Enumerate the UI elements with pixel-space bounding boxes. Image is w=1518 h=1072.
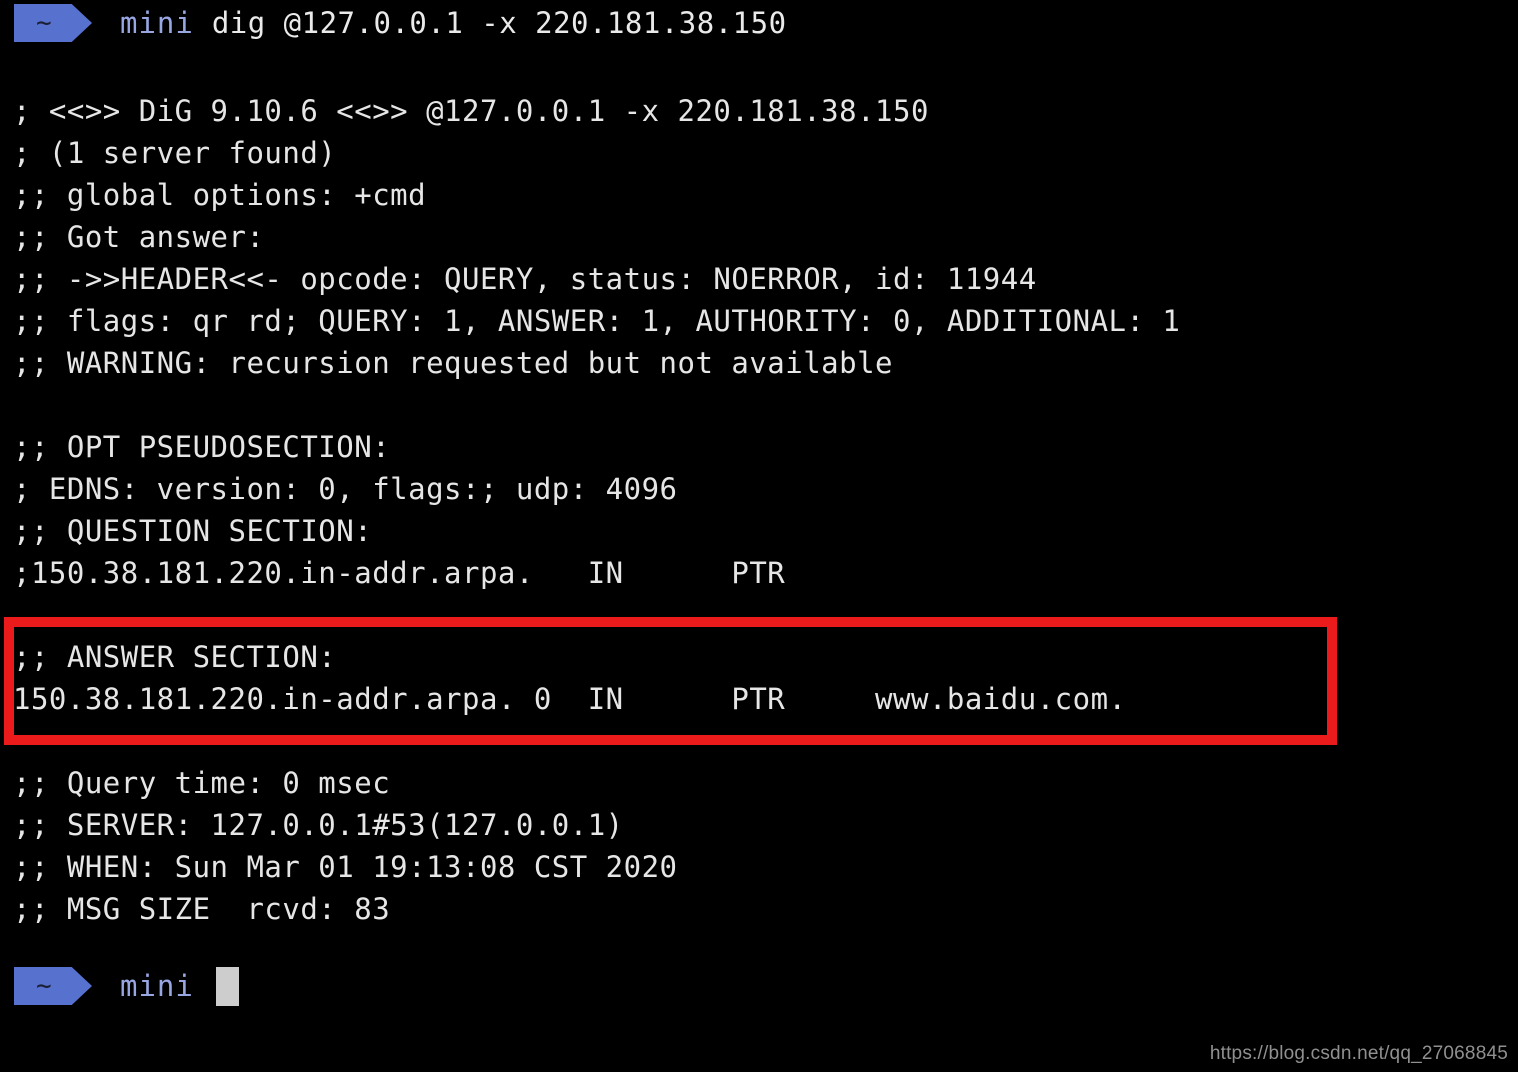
command-prompt-row: ~ mini dig @127.0.0.1 -x 220.181.38.150	[0, 0, 787, 46]
home-tilde-label: ~	[36, 8, 52, 38]
terminal-line: ;; SERVER: 127.0.0.1#53(127.0.0.1)	[13, 808, 624, 842]
prompt-chevron-icon: ~	[14, 4, 92, 42]
terminal-line: ;; OPT PSEUDOSECTION:	[13, 430, 391, 464]
terminal-line: ;; ->>HEADER<<- opcode: QUERY, status: N…	[13, 262, 1037, 296]
terminal-line: 150.38.181.220.in-addr.arpa. 0 IN PTR ww…	[13, 682, 1127, 716]
terminal-line: ; (1 server found)	[13, 136, 337, 170]
final-prompt-row[interactable]: ~ mini	[0, 963, 239, 1009]
terminal-line: ;; ANSWER SECTION:	[13, 640, 337, 674]
terminal-line: ;; Got answer:	[13, 220, 265, 254]
terminal-line: ;; Query time: 0 msec	[13, 766, 391, 800]
prompt-host-label-final: mini	[120, 969, 194, 1003]
prompt-chevron-icon-final: ~	[14, 967, 92, 1005]
terminal-window: ~ mini dig @127.0.0.1 -x 220.181.38.150 …	[0, 0, 1518, 1072]
watermark-text: https://blog.csdn.net/qq_27068845	[1209, 1043, 1508, 1064]
terminal-line: ; <<>> DiG 9.10.6 <<>> @127.0.0.1 -x 220…	[13, 94, 929, 128]
text-cursor[interactable]	[215, 966, 239, 1006]
prompt-host-label: mini	[120, 6, 194, 40]
command-input-text[interactable]: dig @127.0.0.1 -x 220.181.38.150	[212, 6, 787, 40]
terminal-line: ;; MSG SIZE rcvd: 83	[13, 892, 391, 926]
terminal-line: ; EDNS: version: 0, flags:; udp: 4096	[13, 472, 678, 506]
terminal-line: ;; global options: +cmd	[13, 178, 427, 212]
home-tilde-label-final: ~	[36, 971, 52, 1001]
terminal-line: ;; QUESTION SECTION:	[13, 514, 373, 548]
terminal-line: ;; flags: qr rd; QUERY: 1, ANSWER: 1, AU…	[13, 304, 1181, 338]
terminal-line: ;150.38.181.220.in-addr.arpa. IN PTR	[13, 556, 786, 590]
terminal-line: ;; WHEN: Sun Mar 01 19:13:08 CST 2020	[13, 850, 678, 884]
terminal-line: ;; WARNING: recursion requested but not …	[13, 346, 894, 380]
